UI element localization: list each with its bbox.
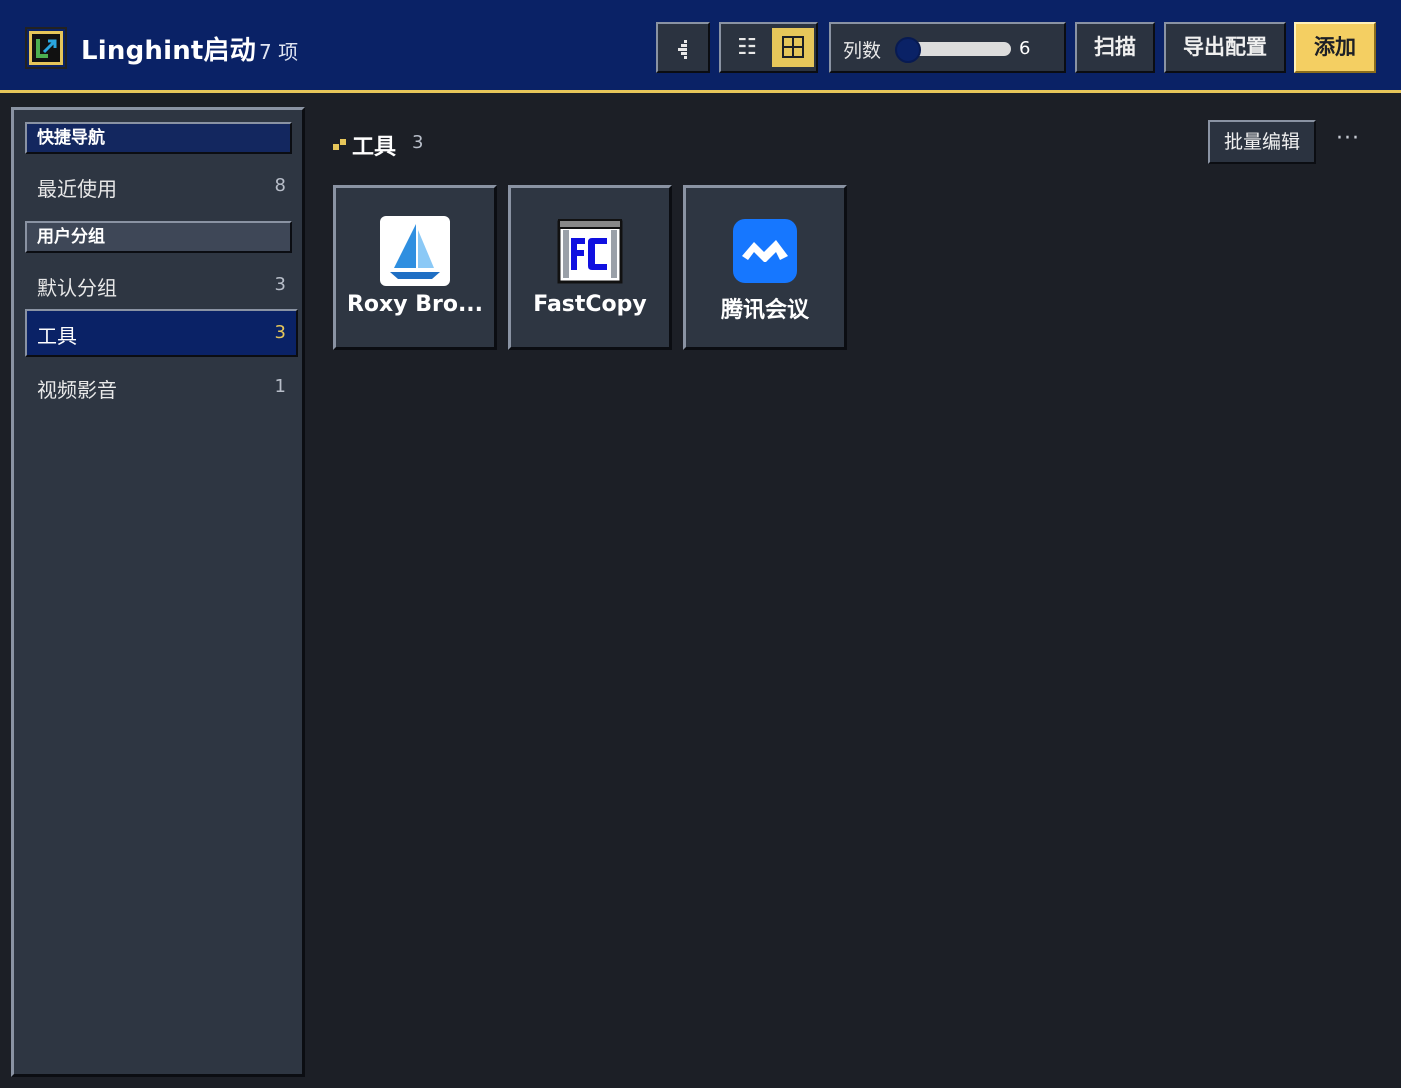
columns-label: 列数 [843,40,882,62]
group-count: 3 [412,132,424,153]
sidebar-item-count: 8 [274,175,286,196]
sidebar-item-label: 默认分组 [37,276,117,300]
item-count: 7 项 [259,40,299,64]
app-title: Linghint启动 [81,36,256,66]
add-button[interactable]: 添加 [1294,22,1376,73]
sailboat-icon [380,216,450,286]
app-tile-roxy-browser[interactable]: Roxy Bro... [333,185,497,350]
sidebar-item-label: 工具 [37,324,77,348]
sidebar-item-recent[interactable]: 最近使用 8 [25,162,298,210]
fastcopy-icon [555,216,625,286]
sidebar-item-label: 最近使用 [37,177,117,201]
collapse-sidebar-button[interactable] [656,22,710,73]
app-logo-icon [25,27,67,69]
app-tile-label: FastCopy [533,292,647,317]
sidebar: 快捷导航 最近使用 8 用户分组 默认分组 3 工具 3 视频影音 1 [11,107,305,1077]
scan-button[interactable]: 扫描 [1075,22,1155,73]
group-title: 工具 [352,135,397,160]
app-tile-label: 腾讯会议 [720,298,809,323]
app-tile-label: Roxy Bro... [346,292,484,317]
sidebar-item-count: 1 [274,376,286,397]
batch-edit-button[interactable]: 批量编辑 [1208,120,1316,164]
app-tile-fastcopy[interactable]: FastCopy [508,185,672,350]
export-config-button[interactable]: 导出配置 [1164,22,1286,73]
sidebar-item-tools[interactable]: 工具 3 [25,309,298,357]
list-view-icon[interactable]: ☷ [725,28,769,67]
grid-view-icon[interactable] [772,28,814,67]
sidebar-item-count: 3 [274,274,286,295]
quick-nav-heading: 快捷导航 [25,122,292,154]
sidebar-item-default-group[interactable]: 默认分组 3 [25,261,298,309]
collapse-icon [678,40,687,59]
view-mode-toggle: ☷ [719,22,818,73]
group-square-icon [333,139,346,150]
app-tile-tencent-meeting[interactable]: 腾讯会议 [683,185,847,350]
header-bar: Linghint启动 7 项 ☷ 列数 6 扫描 导出配置 添加 [0,0,1401,93]
sidebar-item-label: 视频影音 [37,378,117,402]
columns-value: 6 [1019,38,1031,59]
sidebar-item-video[interactable]: 视频影音 1 [25,363,298,411]
tencent-meeting-icon [730,216,800,286]
columns-control: 列数 6 [829,22,1066,73]
user-groups-heading: 用户分组 [25,221,292,253]
sidebar-item-count: 3 [274,322,286,343]
columns-slider-thumb[interactable] [895,37,921,63]
more-options-icon[interactable]: ··· [1333,128,1363,158]
